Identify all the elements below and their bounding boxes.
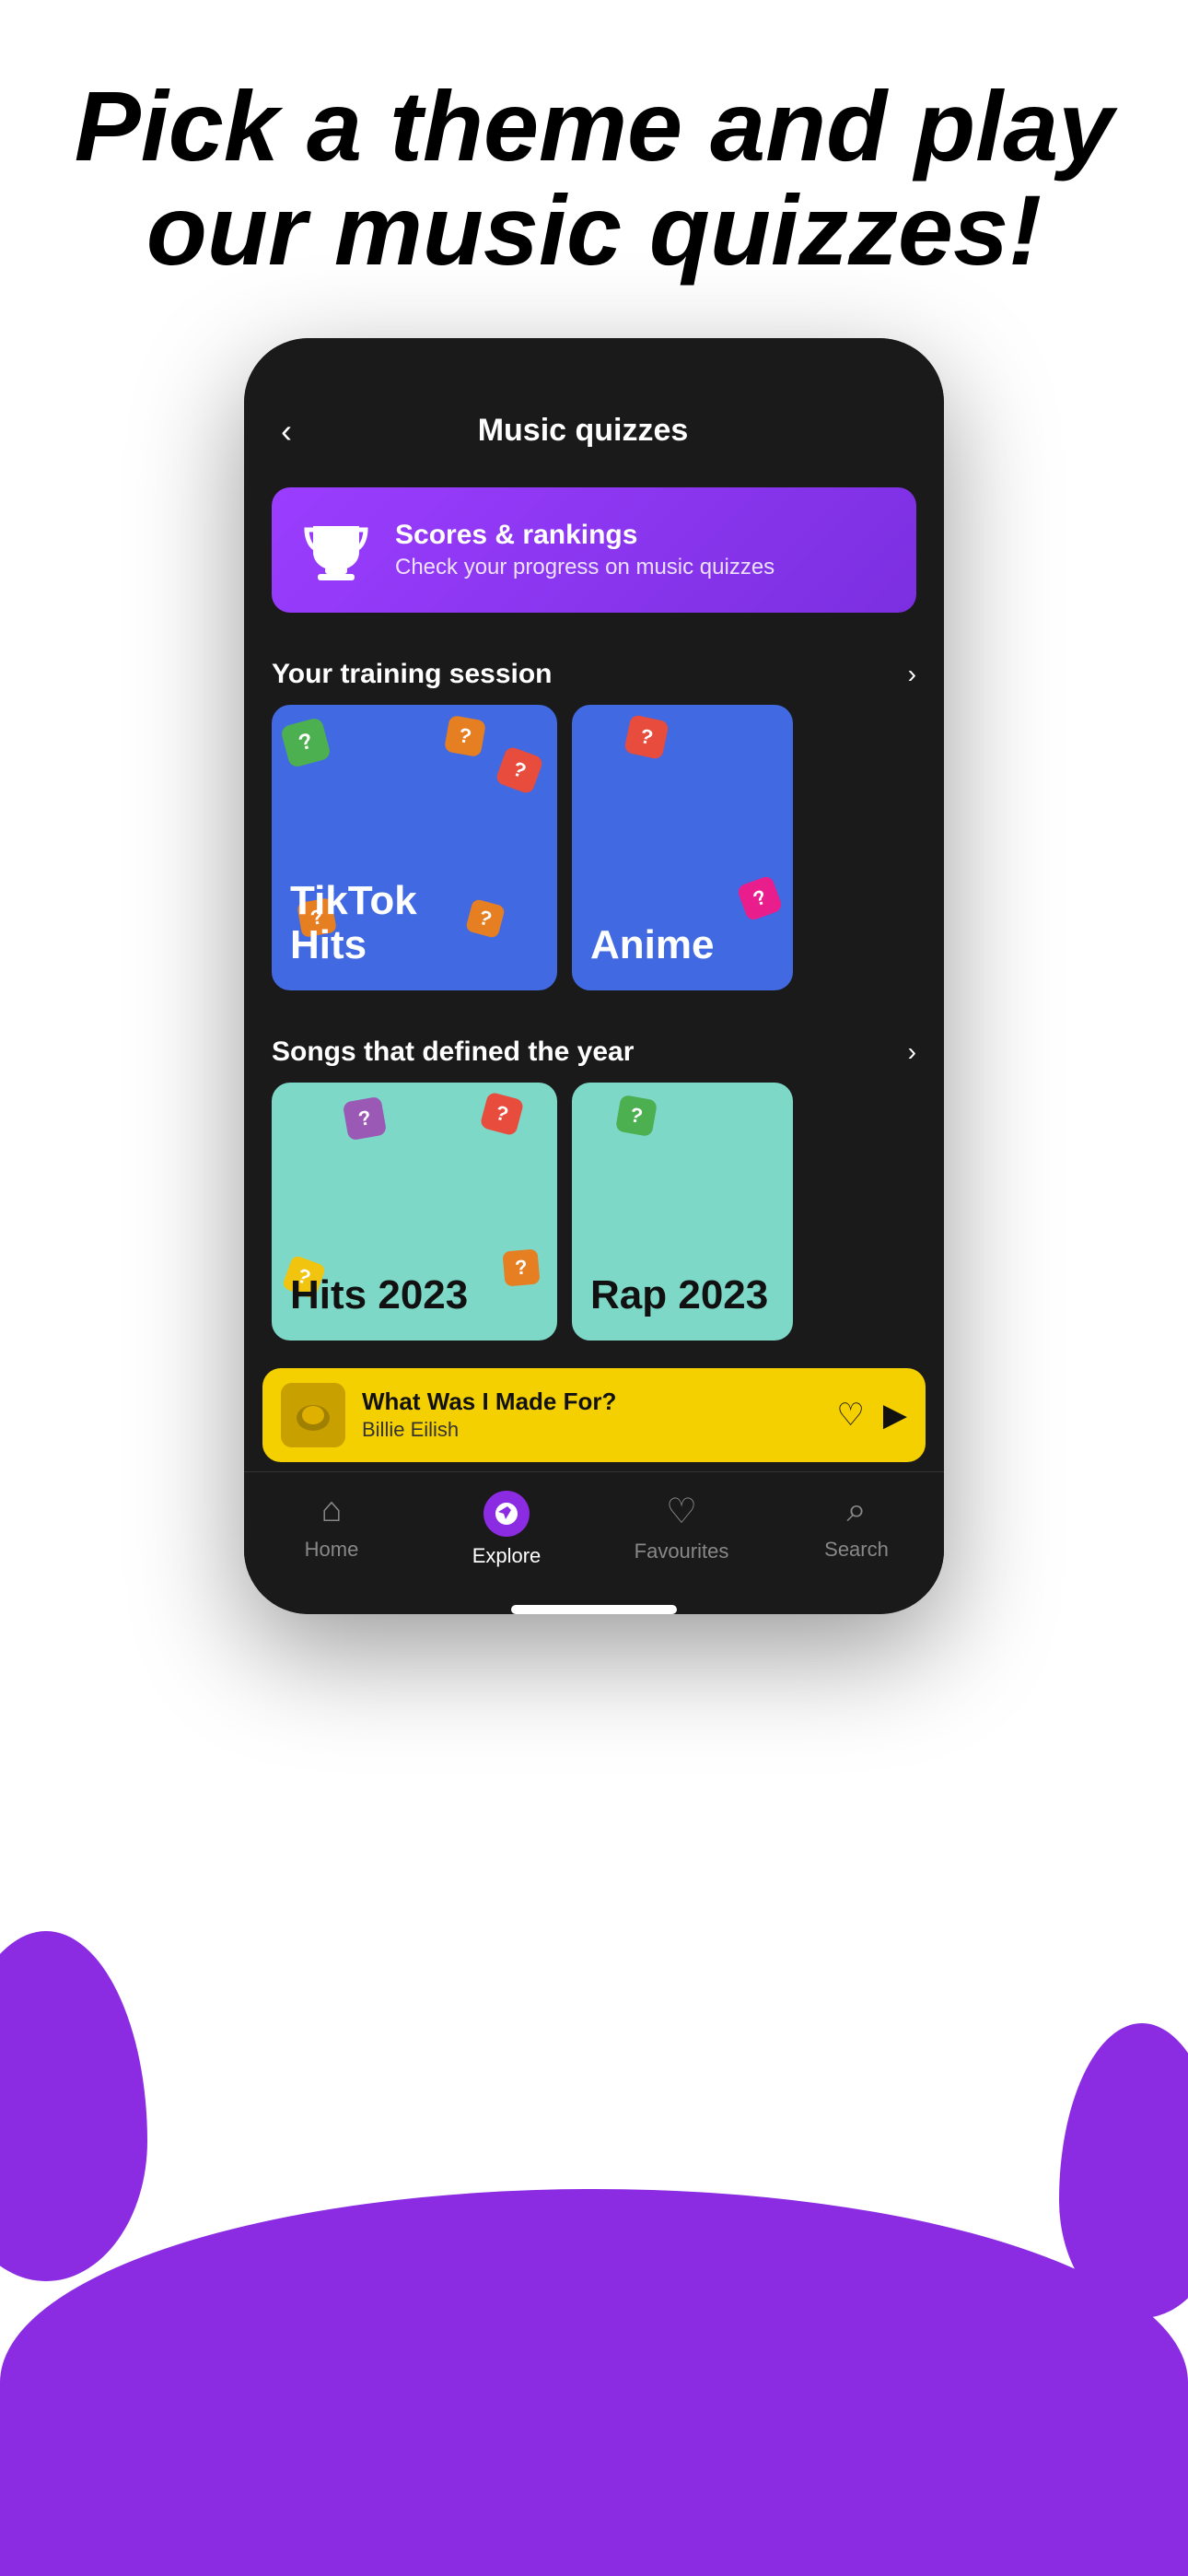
phone-mockup: ‹ Music quizzes Scores & rankings Check … [0,338,1188,1614]
scores-subtitle: Check your progress on music quizzes [395,555,775,580]
explore-label: Explore [472,1544,542,1568]
year-cards-row: ? ? ? ? Hits 2023 ? Rap 2023 [244,1083,944,1359]
training-section-title: Your training session [272,659,553,690]
year-chevron-icon: › [908,1037,916,1067]
scores-title: Scores & rankings [395,520,775,551]
explore-icon [492,1499,521,1528]
nav-item-home[interactable]: ⌂ Home [276,1491,387,1568]
anime-qmark-1: ? [623,714,670,760]
training-chevron-icon: › [908,660,916,689]
search-label: Search [824,1538,889,1562]
player-controls: ♡ ▶ [836,1397,907,1434]
hits-qmark-2: ? [480,1091,525,1136]
home-indicator [511,1605,677,1614]
explore-active-indicator [483,1491,530,1537]
nav-item-search[interactable]: ⌕ Search [801,1491,912,1568]
blob-decoration-bottom [0,2189,1188,2576]
bottom-navigation: ⌂ Home Explore ♡ Favourites ⌕ [244,1471,944,1596]
mini-player[interactable]: What Was I Made For? Billie Eilish ♡ ▶ [262,1368,926,1462]
search-icon: ⌕ [846,1491,866,1530]
favourites-label: Favourites [635,1540,729,1563]
hits-2023-card[interactable]: ? ? ? ? Hits 2023 [272,1083,557,1341]
training-section-header[interactable]: Your training session › [244,631,944,705]
favourite-button[interactable]: ♡ [836,1397,864,1434]
trophy-icon [299,513,373,587]
tiktok-hits-card[interactable]: ? ? ? ? ? TikTokHits [272,705,557,990]
rap-2023-card[interactable]: ? Rap 2023 [572,1083,793,1341]
blob-decoration-left [0,1931,147,2281]
screen-header: ‹ Music quizzes [244,384,944,469]
scores-rankings-banner[interactable]: Scores & rankings Check your progress on… [272,487,916,613]
screen-title: Music quizzes [292,413,874,449]
qmark-deco-2: ? [444,715,486,757]
year-section-title: Songs that defined the year [272,1036,634,1068]
anime-card[interactable]: ? ? Anime [572,705,793,990]
nav-item-explore[interactable]: Explore [451,1491,562,1568]
home-icon: ⌂ [321,1491,343,1530]
training-cards-row: ? ? ? ? ? TikTokHits ? ? Anime [244,705,944,1009]
scores-text: Scores & rankings Check your progress on… [395,520,775,580]
year-section-header[interactable]: Songs that defined the year › [244,1009,944,1083]
phone-notch [244,338,944,384]
anime-label: Anime [572,905,793,989]
phone-frame: ‹ Music quizzes Scores & rankings Check … [244,338,944,1614]
hits-2023-label: Hits 2023 [272,1255,557,1340]
rap-qmark-1: ? [615,1095,658,1137]
player-artist-name: Billie Eilish [362,1418,820,1442]
phone-screen: ‹ Music quizzes Scores & rankings Check … [244,384,944,1614]
nav-item-favourites[interactable]: ♡ Favourites [626,1491,737,1568]
player-song-title: What Was I Made For? [362,1388,820,1416]
qmark-deco-1: ? [280,717,332,768]
play-button[interactable]: ▶ [883,1397,907,1434]
rap-2023-label: Rap 2023 [572,1255,793,1340]
page-title: Pick a theme and play our music quizzes! [0,0,1188,338]
hits-qmark-1: ? [343,1095,388,1141]
player-thumbnail [281,1383,345,1447]
back-button[interactable]: ‹ [281,412,292,451]
tiktok-hits-label: TikTokHits [272,861,557,990]
home-label: Home [305,1538,359,1562]
qmark-deco-3: ? [495,745,544,795]
player-info: What Was I Made For? Billie Eilish [362,1388,820,1442]
favourites-icon: ♡ [666,1491,697,1532]
